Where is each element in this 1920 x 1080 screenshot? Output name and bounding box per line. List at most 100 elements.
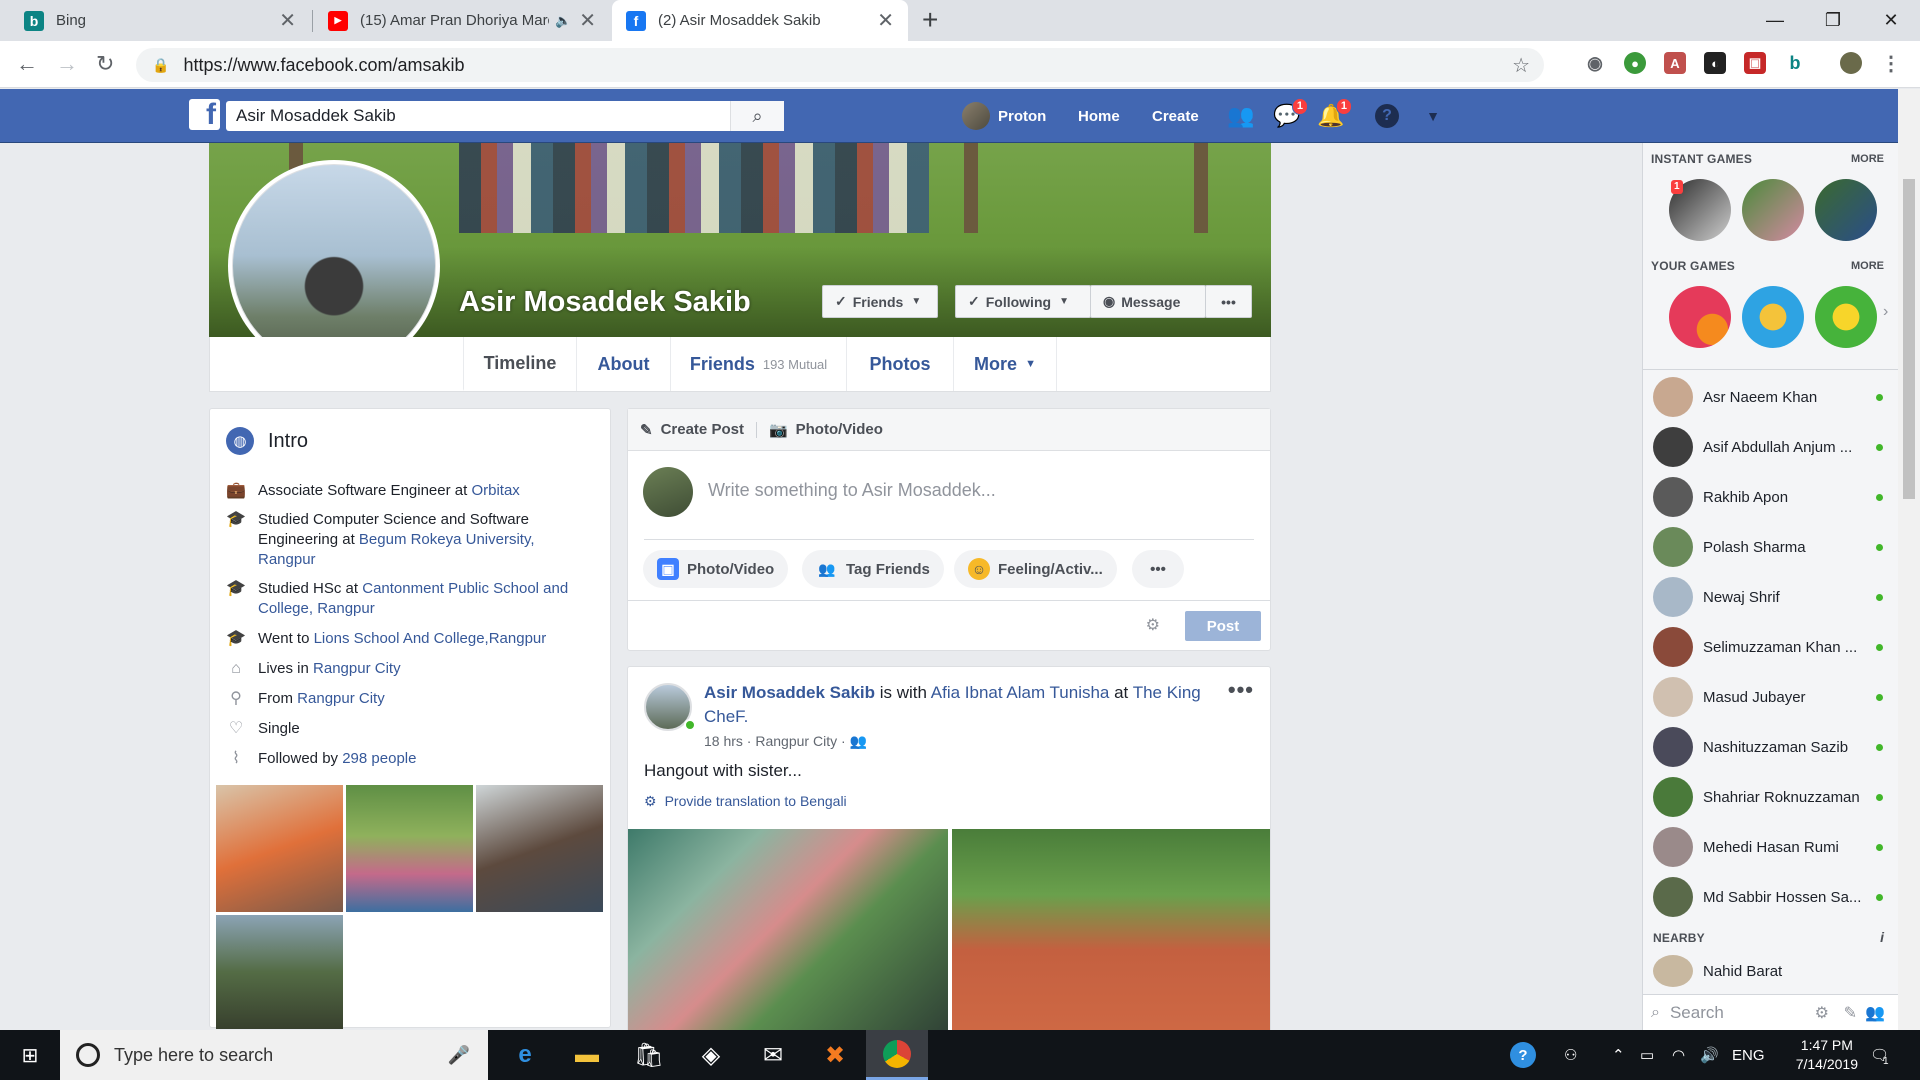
post-time[interactable]: 18 hrs — [704, 733, 743, 749]
profile-avatar[interactable] — [1840, 52, 1862, 74]
page-scrollbar[interactable] — [1898, 89, 1920, 1030]
language-indicator[interactable]: ENG — [1732, 1030, 1765, 1080]
translate-link[interactable]: ⚙ Provide translation to Bengali — [644, 793, 847, 810]
your-game-bubble[interactable] — [1742, 286, 1804, 348]
post-photo-1[interactable] — [628, 829, 948, 1045]
school-link[interactable]: Lions School And College,Rangpur — [314, 630, 547, 647]
followers-link[interactable]: 298 people — [342, 750, 416, 767]
contact-item[interactable]: Shahriar Roknuzzaman — [1653, 777, 1889, 817]
contact-item[interactable]: Mehedi Hasan Rumi — [1653, 827, 1889, 867]
from-city-link[interactable]: Rangpur City — [297, 690, 385, 707]
tab-photos[interactable]: Photos — [846, 337, 953, 391]
globe-extension-icon[interactable]: ● — [1624, 52, 1646, 74]
contact-item[interactable]: Rakhib Apon — [1653, 477, 1889, 517]
chrome-menu-icon[interactable]: ⋮ — [1880, 52, 1902, 75]
close-tab-icon[interactable]: ✕ — [579, 8, 596, 33]
profile-name[interactable]: Asir Mosaddek Sakib — [459, 286, 751, 319]
maximize-button[interactable]: ❐ — [1804, 0, 1862, 41]
contact-item[interactable]: Nashituzzaman Sazib — [1653, 727, 1889, 767]
profile-shortcut[interactable]: Proton — [962, 89, 1046, 143]
taskbar-clock[interactable]: 1:47 PM 7/14/2019 — [1796, 1036, 1858, 1074]
instant-games-more-link[interactable]: MORE — [1851, 153, 1884, 165]
tag-friends-button[interactable]: 👥 Tag Friends — [802, 550, 944, 588]
photo-video-tab[interactable]: Photo/Video — [796, 421, 883, 438]
lives-city-link[interactable]: Rangpur City — [313, 660, 401, 677]
mail-icon[interactable]: ✉ — [742, 1030, 804, 1080]
account-menu-chevron-down-icon[interactable]: ▼ — [1418, 101, 1448, 131]
post-options-button[interactable]: ••• — [1228, 677, 1254, 703]
help-icon[interactable]: ? — [1372, 101, 1402, 131]
taskbar-search[interactable]: Type here to search 🎤 — [60, 1030, 488, 1080]
help-tray-icon[interactable]: ? — [1510, 1030, 1536, 1080]
featured-photo-3[interactable] — [476, 785, 603, 912]
contact-item[interactable]: Asr Naeem Khan — [1653, 377, 1889, 417]
url-text[interactable]: https://www.facebook.com/amsakib — [183, 55, 464, 76]
camera-extension-icon[interactable]: ◉ — [1584, 52, 1606, 74]
tab-about[interactable]: About — [576, 337, 670, 391]
close-tab-icon[interactable]: ✕ — [279, 8, 296, 33]
facebook-logo[interactable]: f — [189, 99, 220, 130]
lock-icon[interactable]: 🔒 — [152, 57, 169, 74]
chrome-icon[interactable] — [866, 1030, 928, 1080]
wifi-icon[interactable]: ◠ — [1672, 1030, 1685, 1080]
info-icon[interactable]: i — [1880, 929, 1884, 945]
orbitax-link[interactable]: Orbitax — [471, 482, 519, 499]
xampp-icon[interactable]: ✖ — [804, 1030, 866, 1080]
tab-more[interactable]: More ▼ — [953, 337, 1057, 391]
tab-bing[interactable]: b Bing ✕ — [10, 0, 310, 41]
edge-icon[interactable]: e — [494, 1030, 556, 1080]
facebook-search-input[interactable] — [226, 106, 726, 126]
photo-video-button[interactable]: ▣ Photo/Video — [643, 550, 789, 588]
contact-item[interactable]: Newaj Shrif — [1653, 577, 1889, 617]
gear-icon[interactable]: ⚙ — [1815, 1003, 1829, 1023]
post-button[interactable]: Post — [1185, 611, 1261, 641]
close-tab-icon[interactable]: ✕ — [877, 8, 894, 33]
more-options-button[interactable]: ••• — [1132, 550, 1184, 588]
chevron-up-icon[interactable]: ⌃ — [1612, 1030, 1625, 1080]
incognito-extension-icon[interactable]: ◐ — [1704, 52, 1726, 74]
author-link[interactable]: Asir Mosaddek Sakib — [704, 683, 875, 702]
bookmark-star-icon[interactable]: ☆ — [1512, 53, 1530, 78]
post-photo-2[interactable] — [952, 829, 1270, 1045]
featured-photo-1[interactable] — [216, 785, 343, 912]
more-options-button[interactable]: ••• — [1205, 285, 1252, 318]
contact-item[interactable]: Polash Sharma — [1653, 527, 1889, 567]
volume-icon[interactable]: 🔊 — [1700, 1030, 1719, 1080]
badge-extension-icon[interactable]: ▣ — [1744, 52, 1766, 74]
action-center-icon[interactable]: 🗨 1 — [1870, 1030, 1889, 1080]
store-icon[interactable]: 🛍 — [618, 1030, 680, 1080]
people-icon[interactable]: ⚇ — [1564, 1030, 1577, 1080]
your-game-ludo[interactable] — [1815, 286, 1877, 348]
contact-item[interactable]: Md Sabbir Hossen Sa... — [1653, 877, 1889, 917]
instant-game-2[interactable] — [1742, 179, 1804, 241]
nearby-contact-item[interactable]: Nahid Barat — [1653, 955, 1889, 987]
file-explorer-icon[interactable]: ▬ — [556, 1030, 618, 1080]
friends-audience-icon[interactable]: 👥 — [850, 733, 867, 749]
new-tab-button[interactable]: + — [922, 4, 938, 36]
chat-search-input[interactable]: Search — [1670, 1003, 1724, 1023]
facebook-search[interactable]: ⌕ — [226, 101, 784, 131]
create-group-icon[interactable]: 👥 — [1865, 1003, 1885, 1023]
taskbar-search-input[interactable]: Type here to search — [114, 1045, 273, 1066]
feeling-activity-button[interactable]: ☺ Feeling/Activ... — [954, 550, 1117, 588]
minimize-button[interactable]: — — [1746, 0, 1804, 41]
chevron-right-icon[interactable]: › — [1883, 303, 1888, 321]
notifications-icon[interactable]: 🔔 1 — [1316, 98, 1352, 131]
following-button[interactable]: ✓ Following ▼ — [955, 285, 1091, 318]
message-button[interactable]: ◉ Message — [1090, 285, 1206, 318]
back-button[interactable]: ← — [16, 51, 38, 77]
close-window-button[interactable]: ✕ — [1862, 0, 1920, 41]
create-post-tab[interactable]: Create Post — [661, 421, 744, 438]
audio-playing-icon[interactable]: 🔈 — [555, 13, 571, 29]
composer-input[interactable]: Write something to Asir Mosaddek... — [708, 480, 996, 501]
battery-icon[interactable]: ▭ — [1640, 1030, 1654, 1080]
address-bar[interactable]: 🔒 https://www.facebook.com/amsakib ☆ — [136, 48, 1544, 82]
contact-item[interactable]: Asif Abdullah Anjum ... — [1653, 427, 1889, 467]
create-link[interactable]: Create — [1152, 89, 1199, 143]
scrollbar-thumb[interactable] — [1903, 179, 1915, 499]
tab-timeline[interactable]: Timeline — [463, 337, 576, 391]
microphone-icon[interactable]: 🎤 — [448, 1045, 470, 1066]
contact-item[interactable]: Selimuzzaman Khan ... — [1653, 627, 1889, 667]
featured-photo-2[interactable] — [346, 785, 473, 912]
your-games-more-link[interactable]: MORE — [1851, 260, 1884, 272]
